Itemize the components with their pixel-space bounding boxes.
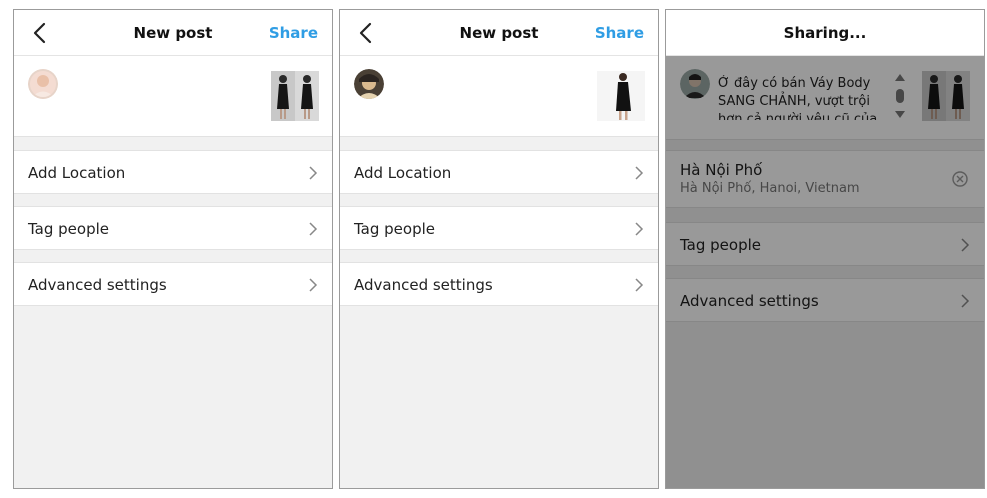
advanced-settings-row[interactable]: Advanced settings bbox=[666, 278, 984, 322]
chevron-right-icon bbox=[961, 238, 970, 252]
chevron-right-icon bbox=[961, 294, 970, 308]
tag-people-row[interactable]: Tag people bbox=[340, 206, 658, 250]
location-row[interactable]: Hà Nội Phố Hà Nội Phố, Hanoi, Vietnam bbox=[666, 150, 984, 208]
row-label: Tag people bbox=[28, 220, 110, 238]
post-thumbnail bbox=[922, 71, 970, 121]
advanced-settings-row[interactable]: Advanced settings bbox=[14, 262, 332, 306]
new-post-screen-1: New post Share Add Location Tag people A… bbox=[13, 9, 333, 489]
post-caption: Ở đây có bán Váy Body SANG CHẢNH, vượt t… bbox=[718, 76, 878, 120]
top-bar: New post Share bbox=[14, 10, 332, 56]
share-button[interactable]: Share bbox=[595, 24, 644, 42]
clear-circle-icon[interactable] bbox=[952, 171, 968, 187]
avatar bbox=[680, 69, 710, 99]
chevron-right-icon bbox=[635, 222, 644, 236]
add-location-row[interactable]: Add Location bbox=[340, 150, 658, 194]
location-address: Hà Nội Phố, Hanoi, Vietnam bbox=[680, 181, 860, 196]
tag-people-row[interactable]: Tag people bbox=[666, 222, 984, 266]
post-preview: Ở đây có bán Váy Body SANG CHẢNH, vượt t… bbox=[666, 56, 984, 140]
row-label: Tag people bbox=[354, 220, 436, 238]
share-button[interactable]: Share bbox=[269, 24, 318, 42]
top-bar: Sharing... bbox=[666, 10, 984, 56]
chevron-right-icon bbox=[635, 166, 644, 180]
tag-people-row[interactable]: Tag people bbox=[14, 206, 332, 250]
caption-scrollbar[interactable] bbox=[894, 72, 906, 120]
page-title: Sharing... bbox=[783, 24, 867, 42]
chevron-right-icon bbox=[309, 278, 318, 292]
post-thumbnail[interactable] bbox=[271, 71, 319, 121]
row-label: Add Location bbox=[28, 164, 126, 182]
row-label: Advanced settings bbox=[680, 292, 819, 310]
post-preview bbox=[340, 56, 658, 137]
post-preview bbox=[14, 56, 332, 137]
new-post-screen-2: New post Share Add Location Tag people A… bbox=[339, 9, 659, 489]
row-label: Add Location bbox=[354, 164, 452, 182]
add-location-row[interactable]: Add Location bbox=[14, 150, 332, 194]
avatar bbox=[354, 69, 384, 99]
sharing-screen: Sharing... Ở đây có bán Váy Body SANG CH… bbox=[665, 9, 985, 489]
avatar bbox=[28, 69, 58, 99]
row-label: Advanced settings bbox=[28, 276, 167, 294]
chevron-right-icon bbox=[635, 278, 644, 292]
advanced-settings-row[interactable]: Advanced settings bbox=[340, 262, 658, 306]
top-bar: New post Share bbox=[340, 10, 658, 56]
chevron-right-icon bbox=[309, 166, 318, 180]
row-label: Tag people bbox=[680, 236, 762, 254]
row-label: Advanced settings bbox=[354, 276, 493, 294]
chevron-right-icon bbox=[309, 222, 318, 236]
post-thumbnail[interactable] bbox=[597, 71, 645, 121]
location-name: Hà Nội Phố bbox=[680, 161, 763, 179]
